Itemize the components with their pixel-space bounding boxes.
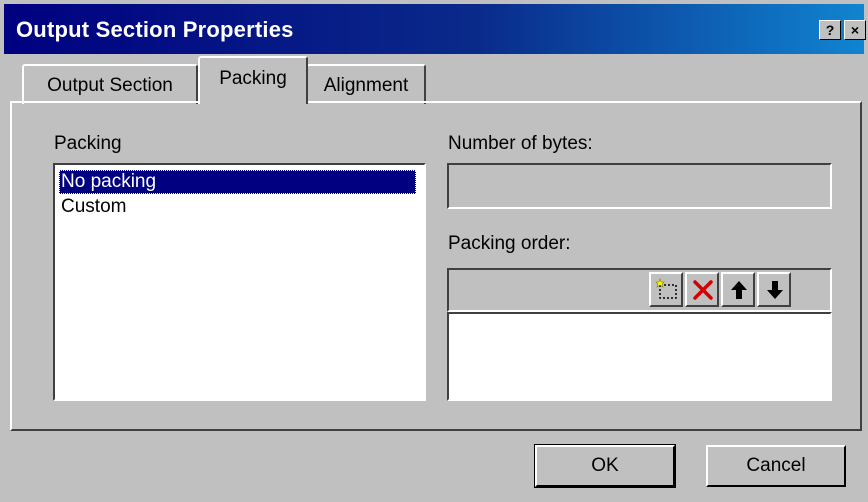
tab-packing[interactable]: Packing: [198, 56, 308, 104]
tab-output-section[interactable]: Output Section: [22, 64, 198, 104]
window-title: Output Section Properties: [16, 17, 294, 42]
cancel-button[interactable]: Cancel: [706, 445, 846, 487]
bytes-field[interactable]: [447, 163, 832, 209]
tab-alignment[interactable]: Alignment: [306, 64, 426, 104]
title-bar[interactable]: Output Section Properties ? ×: [4, 4, 866, 54]
list-item-custom[interactable]: Custom: [61, 195, 126, 219]
new-item-icon: [655, 278, 677, 299]
dialog-window: Output Section Properties ? × Output Sec…: [0, 0, 868, 502]
move-down-button[interactable]: [757, 272, 791, 307]
tab-label: Packing: [219, 68, 287, 89]
packing-order-list[interactable]: [447, 312, 832, 401]
ok-button[interactable]: OK: [534, 444, 676, 488]
order-label-text: Packing order:: [448, 233, 571, 254]
new-item-button[interactable]: [649, 272, 683, 307]
bytes-label: Number of bytes:: [448, 133, 593, 155]
tab-label: Alignment: [323, 75, 409, 96]
move-down-icon: [767, 281, 783, 299]
help-button[interactable]: ?: [819, 20, 841, 40]
packing-label: Packing: [54, 133, 122, 154]
delete-button[interactable]: [685, 272, 719, 307]
move-up-button[interactable]: [721, 272, 755, 307]
order-label: Packing order:: [448, 233, 571, 255]
tab-label: Output Section: [47, 75, 173, 96]
close-button[interactable]: ×: [844, 20, 866, 40]
move-up-icon: [731, 281, 747, 299]
delete-icon: [693, 280, 713, 300]
packing-listbox[interactable]: No packing Custom: [53, 163, 426, 401]
order-toolbar: [447, 268, 832, 312]
bytes-label-text: Number of bytes:: [448, 133, 593, 154]
list-item-no-packing[interactable]: No packing: [59, 170, 416, 194]
